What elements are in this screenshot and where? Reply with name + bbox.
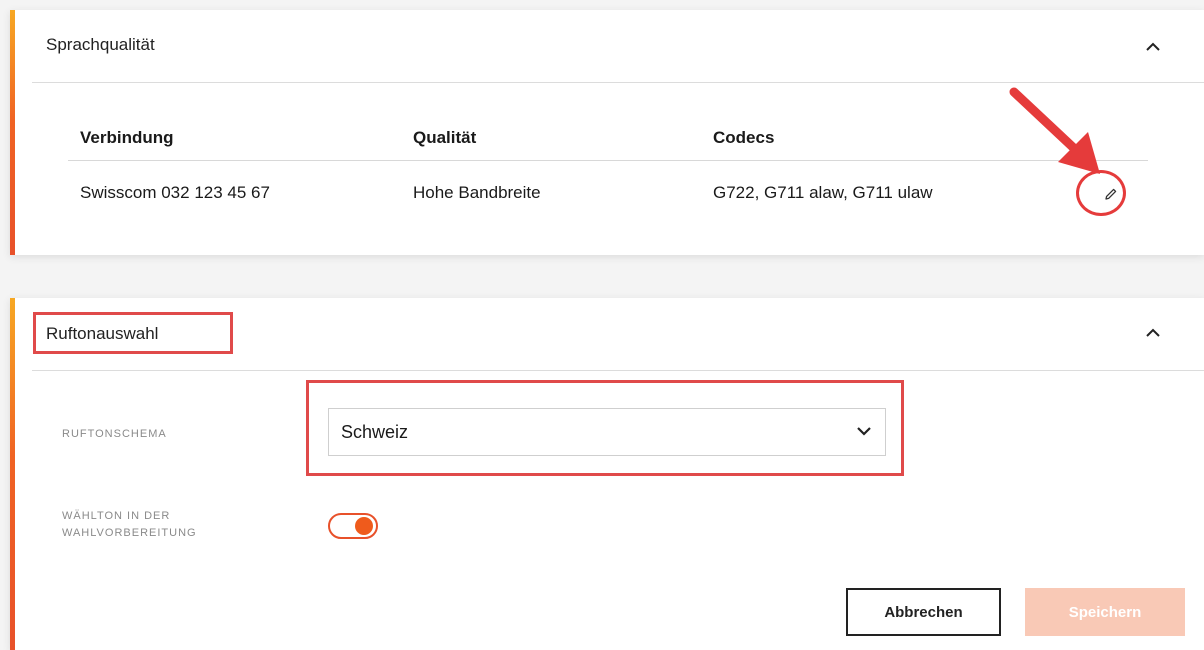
annotation-box-ringtone-title bbox=[33, 312, 233, 354]
dialtone-label-line1: WÄHLTON IN DER bbox=[62, 510, 171, 522]
annotation-box-ringtone-select bbox=[306, 380, 904, 476]
column-header-connection: Verbindung bbox=[80, 128, 174, 147]
dialtone-toggle[interactable] bbox=[328, 513, 378, 539]
toggle-knob bbox=[355, 517, 373, 535]
voice-quality-header[interactable]: Sprachqualität bbox=[32, 10, 1204, 83]
ringtone-scheme-label: RUFTONSCHEMA bbox=[62, 428, 167, 440]
annotation-arrow bbox=[1009, 87, 1100, 174]
chevron-up-icon[interactable] bbox=[1142, 322, 1164, 344]
voice-quality-title: Sprachqualität bbox=[46, 35, 155, 54]
column-header-quality: Qualität bbox=[413, 128, 477, 147]
table-header-divider bbox=[68, 160, 1148, 161]
dialtone-label-line2: WAHLVORBEREITUNG bbox=[62, 527, 197, 539]
chevron-up-icon[interactable] bbox=[1142, 36, 1164, 58]
dialtone-label: WÄHLTON IN DER WAHLVORBEREITUNG bbox=[62, 508, 197, 542]
cancel-button[interactable]: Abbrechen bbox=[846, 588, 1001, 636]
cell-codecs: G722, G711 alaw, G711 ulaw bbox=[713, 183, 933, 202]
column-header-codecs: Codecs bbox=[713, 128, 775, 147]
cell-quality: Hohe Bandbreite bbox=[413, 183, 541, 202]
save-button[interactable]: Speichern bbox=[1025, 588, 1185, 636]
cell-connection: Swisscom 032 123 45 67 bbox=[80, 183, 270, 202]
